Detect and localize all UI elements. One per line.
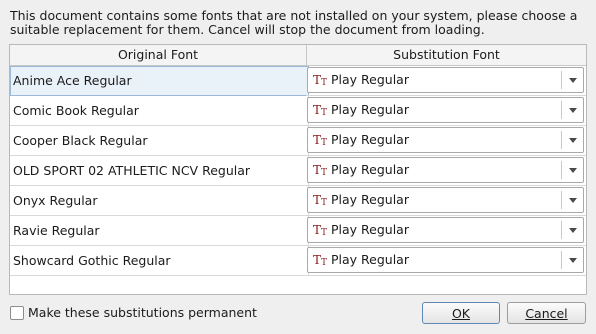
substitution-font-cell: TT Play Regular <box>306 246 586 276</box>
substitution-font-select[interactable]: TT Play Regular <box>307 67 584 93</box>
chevron-down-icon[interactable] <box>569 108 577 113</box>
combo-separator <box>561 191 562 209</box>
combo-separator <box>561 161 562 179</box>
substitution-font-value: Play Regular <box>331 102 409 117</box>
original-font-cell[interactable]: Anime Ace Regular <box>10 66 309 96</box>
truetype-font-icon: TT <box>313 193 328 208</box>
substitution-font-select[interactable]: TT Play Regular <box>307 247 584 273</box>
permanent-checkbox[interactable] <box>10 306 24 320</box>
original-font-cell[interactable]: OLD SPORT 02 ATHLETIC NCV Regular <box>10 156 309 186</box>
substitution-font-cell: TT Play Regular <box>306 66 586 96</box>
truetype-font-icon: TT <box>313 163 328 178</box>
chevron-down-icon[interactable] <box>569 138 577 143</box>
original-font-cell[interactable]: Cooper Black Regular <box>10 126 309 156</box>
substitution-font-value: Play Regular <box>331 222 409 237</box>
substitution-font-value: Play Regular <box>331 72 409 87</box>
chevron-down-icon[interactable] <box>569 168 577 173</box>
substitution-font-select[interactable]: TT Play Regular <box>307 157 584 183</box>
truetype-font-icon: TT <box>313 73 328 88</box>
permanent-checkbox-label[interactable]: Make these substitutions permanent <box>28 305 257 321</box>
header-substitution-font[interactable]: Substitution Font <box>307 45 586 65</box>
table-row[interactable]: Onyx Regular TT Play Regular <box>10 186 586 216</box>
original-font-cell[interactable]: Comic Book Regular <box>10 96 309 126</box>
substitution-font-value: Play Regular <box>331 162 409 177</box>
table-header: Original Font Substitution Font <box>10 45 586 66</box>
substitution-font-select[interactable]: TT Play Regular <box>307 217 584 243</box>
original-font-cell[interactable]: Ravie Regular <box>10 216 309 246</box>
message-line-2: suitable replacement for them. Cancel wi… <box>10 22 485 37</box>
substitution-font-select[interactable]: TT Play Regular <box>307 97 584 123</box>
substitution-font-select[interactable]: TT Play Regular <box>307 127 584 153</box>
font-substitution-table[interactable]: Original Font Substitution Font Anime Ac… <box>9 44 587 295</box>
substitution-font-cell: TT Play Regular <box>306 156 586 186</box>
chevron-down-icon[interactable] <box>569 198 577 203</box>
table-row[interactable]: Anime Ace Regular TT Play Regular <box>10 66 586 96</box>
truetype-font-icon: TT <box>313 253 328 268</box>
substitution-font-value: Play Regular <box>331 132 409 147</box>
substitution-font-cell: TT Play Regular <box>306 186 586 216</box>
combo-separator <box>561 101 562 119</box>
truetype-font-icon: TT <box>313 133 328 148</box>
substitution-font-cell: TT Play Regular <box>306 216 586 246</box>
original-font-cell[interactable]: Onyx Regular <box>10 186 309 216</box>
substitution-font-value: Play Regular <box>331 252 409 267</box>
cancel-button[interactable]: Cancel <box>507 302 586 324</box>
substitution-font-value: Play Regular <box>331 192 409 207</box>
chevron-down-icon[interactable] <box>569 78 577 83</box>
original-font-cell[interactable]: Showcard Gothic Regular <box>10 246 309 276</box>
combo-separator <box>561 71 562 89</box>
chevron-down-icon[interactable] <box>569 228 577 233</box>
combo-separator <box>561 131 562 149</box>
dialog-message: This document contains some fonts that a… <box>10 9 590 37</box>
combo-separator <box>561 251 562 269</box>
substitution-font-select[interactable]: TT Play Regular <box>307 187 584 213</box>
table-row[interactable]: OLD SPORT 02 ATHLETIC NCV Regular TT Play … <box>10 156 586 186</box>
chevron-down-icon[interactable] <box>569 258 577 263</box>
message-line-1: This document contains some fonts that a… <box>10 8 578 23</box>
ok-button[interactable]: OK <box>422 302 500 324</box>
header-original-font[interactable]: Original Font <box>10 45 307 65</box>
substitution-font-cell: TT Play Regular <box>306 96 586 126</box>
combo-separator <box>561 221 562 239</box>
truetype-font-icon: TT <box>313 103 328 118</box>
table-row[interactable]: Comic Book Regular TT Play Regular <box>10 96 586 126</box>
table-row[interactable]: Cooper Black Regular TT Play Regular <box>10 126 586 156</box>
table-row[interactable]: Ravie Regular TT Play Regular <box>10 216 586 246</box>
table-row[interactable]: Showcard Gothic Regular TT Play Regular <box>10 246 586 276</box>
truetype-font-icon: TT <box>313 223 328 238</box>
substitution-font-cell: TT Play Regular <box>306 126 586 156</box>
